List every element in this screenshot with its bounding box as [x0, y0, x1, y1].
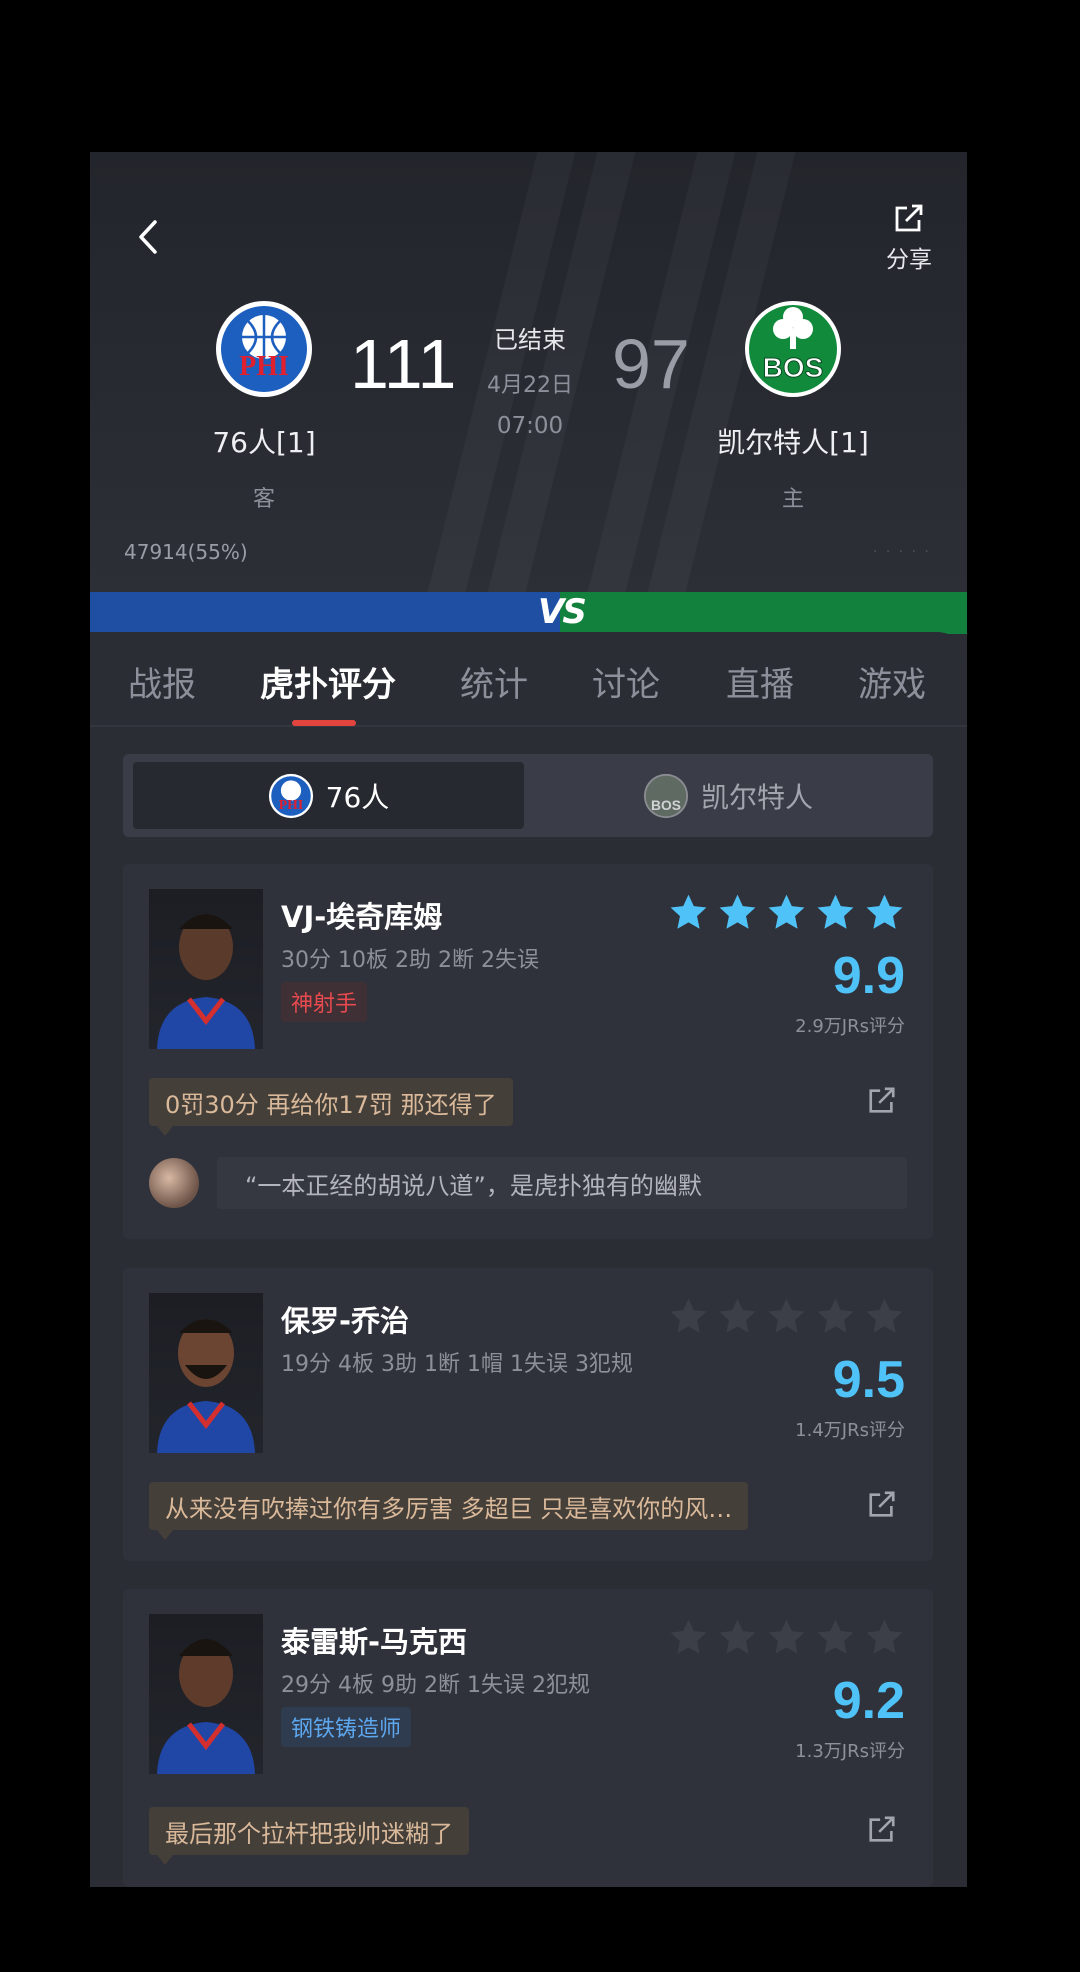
share-icon[interactable]: [867, 1086, 897, 1116]
tab-live[interactable]: 直播: [726, 657, 794, 706]
team-switch: PHI 76人 BOS 凯尔特人: [123, 754, 933, 837]
star-icon[interactable]: [815, 892, 856, 933]
rating-count: 2.9万JRs评分: [795, 1016, 905, 1037]
player-avatar: [149, 1293, 263, 1453]
tab-games[interactable]: 游戏: [858, 657, 926, 706]
team-switch-76ers-label: 76人: [325, 780, 390, 814]
rating-stars[interactable]: [668, 1296, 905, 1337]
share-button[interactable]: 分享: [881, 204, 937, 274]
top-comment[interactable]: 0罚30分 再给你17罚 那还得了: [149, 1078, 513, 1136]
team-switch-celtics[interactable]: BOS 凯尔特人: [528, 762, 928, 829]
game-time: 07:00: [496, 413, 564, 439]
player-card[interactable]: 保罗-乔治 19分 4板 3助 1断 1帽 1失误 3犯规 9.5 1.4万JR…: [123, 1268, 933, 1561]
home-score: 97: [612, 325, 690, 403]
celtics-logo: BOS: [745, 301, 841, 397]
star-icon[interactable]: [766, 892, 807, 933]
vs-label: VS: [538, 592, 587, 632]
top-comment[interactable]: 从来没有吹捧过你有多厉害 多超巨 只是喜欢你的风…: [149, 1482, 749, 1540]
team-switch-celtics-label: 凯尔特人: [700, 780, 813, 814]
star-icon[interactable]: [717, 1617, 758, 1658]
game-state: 已结束: [494, 326, 566, 354]
away-score: 111: [350, 325, 457, 403]
player-name: 保罗-乔治: [281, 1304, 410, 1338]
share-icon: [895, 204, 923, 232]
reply-avatar[interactable]: [149, 1158, 199, 1208]
rating-stars[interactable]: [668, 892, 905, 933]
player-stats: 30分 10板 2助 2断 2失误: [281, 948, 539, 973]
star-icon[interactable]: [766, 1296, 807, 1337]
player-rating: 9.2: [832, 1672, 905, 1730]
76ers-logo-small: PHI: [268, 773, 313, 818]
away-team-name: 76人[1]: [212, 426, 316, 459]
home-team-role: 主: [781, 487, 804, 512]
chevron-left-icon: [139, 220, 157, 254]
star-icon[interactable]: [668, 1296, 709, 1337]
rating-stars[interactable]: [668, 1617, 905, 1658]
star-icon[interactable]: [864, 1617, 905, 1658]
star-icon[interactable]: [766, 1617, 807, 1658]
rating-count: 1.3万JRs评分: [795, 1741, 905, 1762]
player-tag: 钢铁铸造师: [281, 1707, 412, 1747]
tab-indicator: [292, 720, 356, 726]
support-count-home: · · · · ·: [872, 544, 931, 560]
support-bar-home: [560, 592, 967, 634]
svg-text:PHI: PHI: [278, 796, 303, 811]
player-tag: 神射手: [281, 982, 368, 1022]
home-team[interactable]: BOS 凯尔特人[1] 主: [703, 299, 883, 513]
app-window: 分享 PHI 76人[1] 客 111 已结束 4月22日 07:00 97 B…: [90, 152, 967, 1887]
support-bar: VS: [90, 592, 967, 634]
player-avatar: [149, 889, 263, 1049]
team-switch-76ers[interactable]: PHI 76人: [133, 762, 524, 829]
player-stats: 29分 4板 9助 2断 1失误 2犯规: [281, 1673, 590, 1698]
player-card[interactable]: VJ-埃奇库姆 30分 10板 2助 2断 2失误 神射手 9.9 2.9万JR…: [123, 864, 933, 1239]
76ers-logo: PHI: [216, 301, 312, 397]
star-icon[interactable]: [668, 1617, 709, 1658]
game-status: 已结束 4月22日 07:00: [470, 320, 590, 439]
home-team-name: 凯尔特人[1]: [717, 426, 869, 459]
tab-ratings[interactable]: 虎扑评分: [260, 657, 396, 706]
game-date: 4月22日: [487, 373, 573, 398]
share-icon[interactable]: [867, 1490, 897, 1520]
player-name: 泰雷斯-马克西: [281, 1625, 468, 1659]
support-bar-away: [90, 592, 560, 634]
tab-stats[interactable]: 统计: [460, 657, 528, 706]
star-icon[interactable]: [668, 892, 709, 933]
share-icon[interactable]: [867, 1815, 897, 1845]
star-icon[interactable]: [815, 1617, 856, 1658]
tab-report[interactable]: 战报: [128, 657, 196, 706]
game-header: 分享 PHI 76人[1] 客 111 已结束 4月22日 07:00 97 B…: [90, 152, 967, 592]
top-comment[interactable]: 最后那个拉杆把我帅迷糊了: [149, 1807, 469, 1865]
star-icon[interactable]: [815, 1296, 856, 1337]
star-icon[interactable]: [717, 1296, 758, 1337]
player-avatar: [149, 1614, 263, 1774]
back-button[interactable]: [128, 212, 168, 262]
svg-text:PHI: PHI: [239, 351, 289, 382]
tab-bar: 战报 虎扑评分 统计 讨论 直播 游戏: [90, 632, 967, 727]
share-label: 分享: [886, 247, 932, 273]
player-stats: 19分 4板 3助 1断 1帽 1失误 3犯规: [281, 1352, 633, 1377]
svg-text:BOS: BOS: [651, 797, 681, 812]
rating-count: 1.4万JRs评分: [795, 1420, 905, 1441]
celtics-logo-small: BOS: [643, 773, 689, 818]
player-name: VJ-埃奇库姆: [281, 900, 443, 934]
player-rating: 9.5: [832, 1351, 905, 1409]
away-team[interactable]: PHI 76人[1] 客: [174, 299, 354, 513]
player-rating: 9.9: [832, 947, 905, 1005]
reply-comment[interactable]: “一本正经的胡说八道”，是虎扑独有的幽默: [217, 1157, 907, 1209]
content-panel: 战报 虎扑评分 统计 讨论 直播 游戏 PHI 76人 BOS 凯尔特人 VJ-…: [90, 632, 967, 1887]
player-card[interactable]: 泰雷斯-马克西 29分 4板 9助 2断 1失误 2犯规 钢铁铸造师 9.2 1…: [123, 1589, 933, 1887]
star-icon[interactable]: [864, 892, 905, 933]
tab-discussion[interactable]: 讨论: [592, 657, 660, 706]
support-count: 47914(55%): [124, 540, 248, 564]
away-team-role: 客: [252, 487, 275, 512]
star-icon[interactable]: [717, 892, 758, 933]
star-icon[interactable]: [864, 1296, 905, 1337]
svg-text:BOS: BOS: [763, 352, 824, 383]
